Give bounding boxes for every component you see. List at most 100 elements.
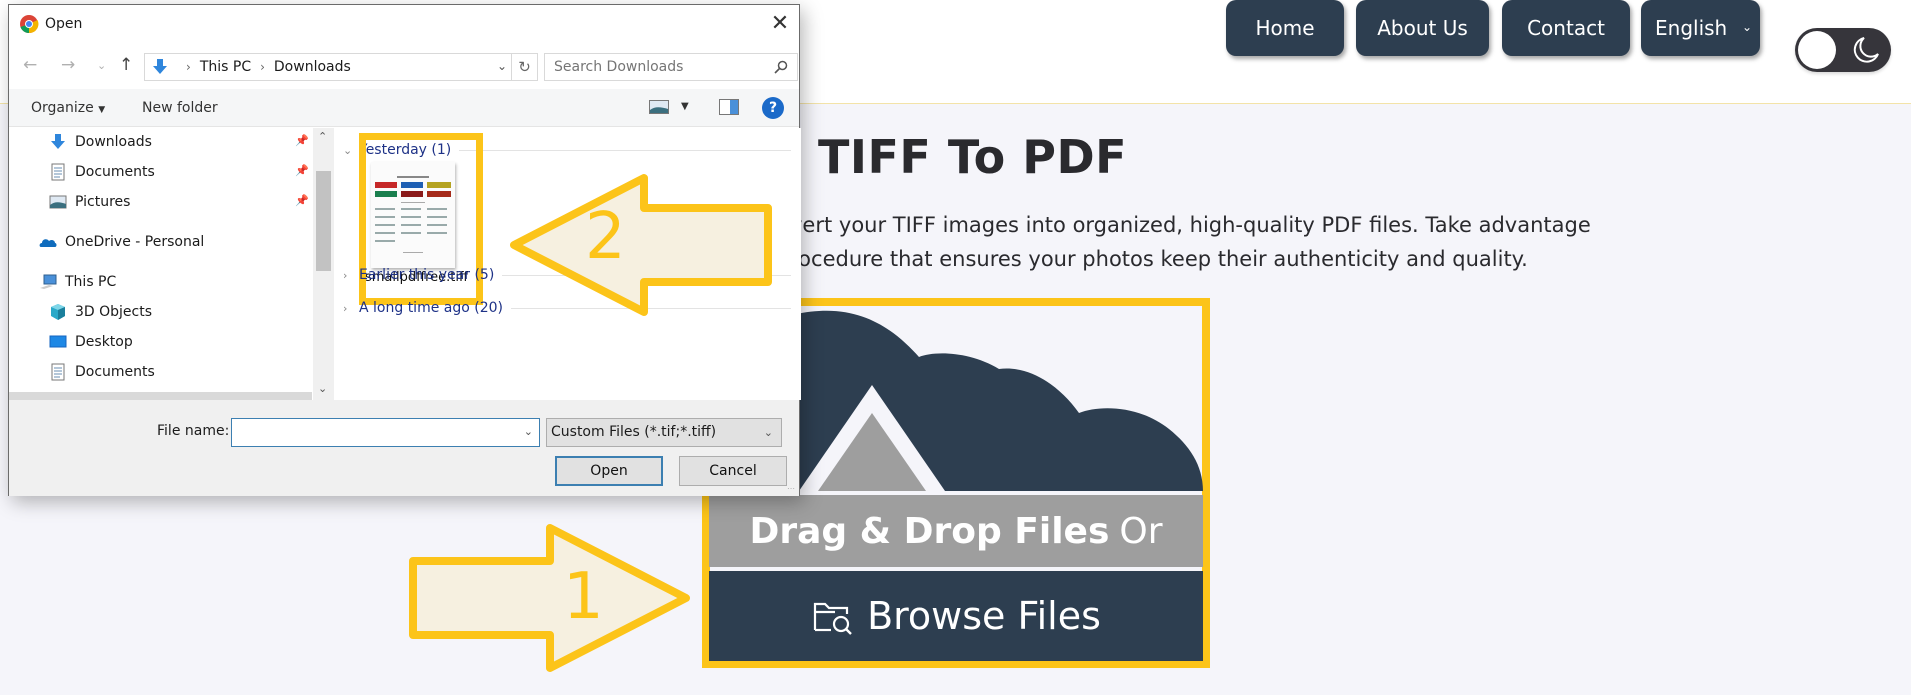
annotation-number-2: 2 xyxy=(585,200,626,274)
annotation-number-1: 1 xyxy=(563,560,604,634)
browse-files-button[interactable]: Browse Files xyxy=(709,571,1203,661)
desktop-icon xyxy=(49,335,67,348)
address-row: ← → ⌄ ↑ › This PC › Downloads ⌄ ↻ xyxy=(9,49,799,83)
dialog-toolbar: Organize ▼ New folder ▼ ? xyxy=(9,89,799,127)
nav-contact-button[interactable]: Contact xyxy=(1502,0,1630,56)
view-options-caret-icon[interactable]: ▼ xyxy=(681,101,689,112)
organize-label: Organize xyxy=(31,100,94,116)
description-line: vert your TIFF images into organized, hi… xyxy=(790,213,1591,237)
pictures-icon xyxy=(49,195,67,209)
nav-item-label: OneDrive - Personal xyxy=(65,234,205,250)
description-line: rocedure that ensures your photos keep t… xyxy=(790,247,1528,271)
collapsed-chevron-icon: › xyxy=(343,268,348,282)
document-icon xyxy=(51,363,65,381)
file-type-filter-value: Custom Files (*.tif;*.tiff) xyxy=(551,424,717,440)
cube-icon xyxy=(51,304,65,320)
nav-item-documents[interactable]: Documents xyxy=(49,160,155,184)
nav-pane-scrollbar[interactable]: ⌃ ⌄ xyxy=(313,128,334,400)
scrollbar-thumb[interactable] xyxy=(316,171,331,271)
dialog-footer: File name: ⌄ Custom Files (*.tif;*.tiff)… xyxy=(9,400,799,496)
moon-icon xyxy=(1853,37,1879,63)
annotation-arrow-2 xyxy=(510,174,774,316)
page-title: TIFF To PDF xyxy=(818,130,1128,184)
nav-item-onedrive[interactable]: OneDrive - Personal xyxy=(39,230,204,254)
organize-button[interactable]: Organize ▼ xyxy=(31,100,105,116)
address-bar[interactable]: › This PC › Downloads ⌄ ↻ xyxy=(144,53,538,81)
chevron-down-icon[interactable]: ⌄ xyxy=(524,425,533,438)
nav-item-3d-objects[interactable]: 3D Objects xyxy=(49,300,152,324)
chevron-down-icon: ⌄ xyxy=(763,426,773,439)
pin-icon: 📌 xyxy=(295,134,309,147)
theme-toggle[interactable] xyxy=(1795,28,1891,72)
navigation-pane: Downloads 📌 Documents 📌 Pictures 📌 OneDr… xyxy=(9,128,334,400)
group-label: A long time ago (20) xyxy=(359,300,503,316)
address-dropdown-icon[interactable]: ⌄ xyxy=(497,59,507,73)
nav-item-downloads[interactable]: Downloads xyxy=(49,130,152,154)
file-type-filter[interactable]: Custom Files (*.tif;*.tiff) ⌄ xyxy=(546,418,782,447)
computer-icon xyxy=(40,274,57,289)
breadcrumb-this-pc[interactable]: This PC xyxy=(200,59,251,75)
breadcrumb-separator-icon: › xyxy=(260,60,265,74)
close-button[interactable]: ✕ xyxy=(767,11,793,37)
nav-item-label: 3D Objects xyxy=(75,304,153,320)
page-description: vert your TIFF images into organized, hi… xyxy=(790,208,1690,276)
refresh-icon[interactable]: ↻ xyxy=(511,54,537,80)
breadcrumb-downloads[interactable]: Downloads xyxy=(274,59,351,75)
language-select-value: English xyxy=(1655,16,1728,40)
nav-item-label: This PC xyxy=(65,274,117,290)
file-name-label: File name: xyxy=(157,423,230,439)
search-icon xyxy=(774,60,788,74)
breadcrumb-separator-icon: › xyxy=(186,60,191,74)
pin-icon: 📌 xyxy=(295,164,309,177)
nav-item-desktop[interactable]: Desktop xyxy=(49,330,133,354)
change-view-icon[interactable] xyxy=(649,100,669,114)
folder-search-icon xyxy=(813,602,852,635)
download-icon xyxy=(51,134,65,149)
collapsed-chevron-icon: › xyxy=(343,301,348,315)
scroll-down-icon[interactable]: ⌄ xyxy=(318,382,327,395)
help-button[interactable]: ? xyxy=(762,97,784,119)
nav-item-documents-pc[interactable]: Documents xyxy=(49,360,155,384)
nav-item-label: Pictures xyxy=(75,194,131,210)
resize-grip-icon[interactable]: ⋯ xyxy=(787,484,797,494)
drag-drop-label: Drag & Drop Files Or xyxy=(709,495,1203,567)
browse-files-label: Browse Files xyxy=(867,594,1101,638)
caret-down-icon: ▼ xyxy=(98,105,106,115)
search-box[interactable] xyxy=(544,53,798,81)
expanded-chevron-icon: ⌄ xyxy=(343,143,353,157)
open-button[interactable]: Open xyxy=(555,456,663,486)
back-arrow-icon[interactable]: ← xyxy=(23,55,37,75)
nav-item-this-pc[interactable]: This PC xyxy=(39,270,116,294)
dialog-title: Open xyxy=(45,16,83,32)
nav-item-label: Documents xyxy=(75,164,155,180)
group-divider xyxy=(459,149,791,151)
up-arrow-icon[interactable]: ↑ xyxy=(119,55,133,75)
pin-icon: 📌 xyxy=(295,194,309,207)
nav-item-selected-partial[interactable] xyxy=(9,392,312,400)
cancel-button[interactable]: Cancel xyxy=(679,456,787,486)
onedrive-icon xyxy=(39,239,57,247)
download-icon xyxy=(153,59,167,74)
recent-locations-chevron-icon[interactable]: ⌄ xyxy=(97,59,106,72)
language-select[interactable]: English ⌄ xyxy=(1641,0,1760,56)
document-icon xyxy=(51,163,65,181)
forward-arrow-icon[interactable]: → xyxy=(61,55,75,75)
drag-drop-text: Drag & Drop Files xyxy=(749,510,1110,552)
new-folder-button[interactable]: New folder xyxy=(142,100,218,116)
nav-about-button[interactable]: About Us xyxy=(1356,0,1489,56)
nav-item-label: Documents xyxy=(75,364,155,380)
nav-home-button[interactable]: Home xyxy=(1226,0,1344,56)
chevron-down-icon: ⌄ xyxy=(1741,20,1752,34)
nav-item-label: Desktop xyxy=(75,334,133,350)
file-name-input[interactable] xyxy=(232,419,512,446)
toggle-knob xyxy=(1798,31,1836,69)
preview-pane-icon[interactable] xyxy=(719,99,739,115)
chrome-icon xyxy=(20,15,39,34)
or-text: Or xyxy=(1119,510,1163,552)
nav-item-pictures[interactable]: Pictures xyxy=(49,190,130,214)
dialog-titlebar: Open xyxy=(9,5,799,43)
scroll-up-icon[interactable]: ⌃ xyxy=(318,130,327,143)
search-input[interactable] xyxy=(554,59,764,75)
nav-item-label: Downloads xyxy=(75,134,152,150)
file-name-combobox[interactable]: ⌄ xyxy=(231,418,540,447)
